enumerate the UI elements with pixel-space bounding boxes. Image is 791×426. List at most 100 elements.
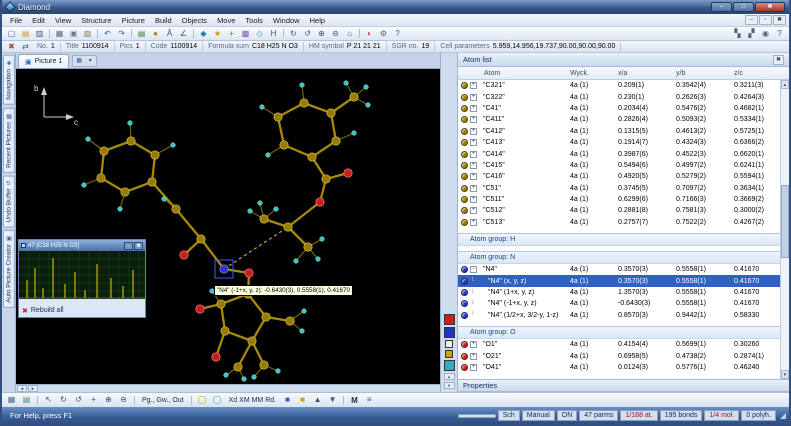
expander-icon[interactable]: + [470,128,477,135]
mdi-minimize-button[interactable]: – [745,15,758,25]
carbon-atoms[interactable] [97,93,358,371]
window-cascade-icon[interactable]: ▞ [745,28,758,40]
yellow-ring-icon[interactable]: ◯ [196,394,209,406]
white-color-swatch[interactable] [445,340,453,348]
tab-options-button[interactable]: ▦▾ [72,55,97,67]
shift-mode-icon[interactable]: + [87,394,100,406]
atom-row[interactable]: +"C416"4a (1)0.4920(5)0.5279(2)0.5594(1) [458,171,780,182]
spin-up-icon[interactable]: ▲ [311,394,324,406]
atom-row[interactable]: +"C51"4a (1)0.3745(5)0.7097(2)0.3634(1) [458,183,780,194]
auto-picture-creator-inset[interactable]: 47 [C18 H25 N O3] ▫✖ ✖ [18,239,146,318]
menu-item-objects[interactable]: Objects [177,16,212,25]
menu-item-move[interactable]: Move [212,16,240,25]
expander-icon[interactable]: + [470,94,477,101]
expander-icon[interactable]: + [470,82,477,89]
tab-menu-icon[interactable]: ▾ [85,56,95,66]
table-view-icon[interactable]: ▦ [5,394,18,406]
column-header-wyck[interactable]: Wyck. [568,70,616,77]
swatch-spin-down[interactable]: ▾ [444,382,455,389]
atom-row[interactable]: +"C415"4a (1)0.5494(6)0.4997(2)0.6241(1) [458,160,780,171]
atom-list-close-button[interactable]: ✖ [773,55,784,65]
expander-icon[interactable]: + [470,185,477,192]
atom-row[interactable]: +"O1"4a (1)0.4154(4)0.5699(1)0.30260 [458,339,780,350]
side-tab-auto-picture-creator[interactable]: Auto Picture Creator▣ [3,230,15,308]
scroll-left-button[interactable]: ◄ [17,385,27,392]
scrollbar-up-button[interactable]: ▲ [781,80,789,89]
side-tab-navigation[interactable]: Navigation◈ [3,55,15,105]
atom-row[interactable]: +"O21"4a (1)0.6958(5)0.4738(2)0.2874(1) [458,350,780,361]
inset-restore-button[interactable]: ▫ [124,242,133,250]
expander-icon[interactable]: + [470,207,477,214]
atom-row[interactable]: +"C322"4a (1)0.230(1)0.2626(3)0.4264(3) [458,91,780,102]
menu-item-edit[interactable]: Edit [27,16,50,25]
open-folder-icon[interactable]: ▤ [19,28,32,40]
rebuild-row[interactable]: ✖ Rebuild all [19,304,145,317]
molecule-rendering[interactable]: b c [16,69,440,384]
atom-row[interactable]: +"C414"4a (1)0.3987(6)0.4522(3)0.6620(1) [458,148,780,159]
swatch-spin-up[interactable]: ▴ [444,373,455,380]
column-header-yb[interactable]: y/b [674,70,732,77]
expander-icon[interactable]: + [470,151,477,158]
select-mode-icon[interactable]: ↖ [42,394,55,406]
matrix-modes-label[interactable]: Xd XM MM Rd. [226,397,279,404]
mdi-restore-button[interactable]: ▫ [759,15,772,25]
data-sheet-icon[interactable]: ▤ [135,28,148,40]
atom-row[interactable]: -"N4"4a (1)0.3570(3)0.5558(1)0.41670 [458,264,780,275]
yellow-swatch-icon[interactable]: ■ [296,394,309,406]
scroll-right-button[interactable]: ► [28,385,38,392]
column-header-xa[interactable]: x/a [616,70,674,77]
maximize-button[interactable]: □ [733,2,754,12]
atom-row[interactable]: +"C412"4a (1)0.1315(5)0.4613(2)0.5725(1) [458,126,780,137]
blue-swatch-icon[interactable]: ■ [281,394,294,406]
atom-row[interactable]: +"C411"4a (1)0.2826(4)0.5093(2)0.5334(1) [458,114,780,125]
atom-row[interactable]: +"O41"4a (1)0.0124(3)0.5776(1)0.46240 [458,362,780,373]
menu-item-file[interactable]: File [5,16,27,25]
atom-row[interactable]: +"C511"4a (1)0.6299(6)0.7166(3)0.3669(2) [458,194,780,205]
oxygen-atoms[interactable] [180,169,352,361]
cyan-ring-icon[interactable]: ◯ [211,394,224,406]
atom-row[interactable]: └"N4" (x, y, z)4a (1)0.3570(3)0.5558(1)0… [458,275,780,286]
mdi-close-button[interactable]: ✖ [773,15,786,25]
zoom-out-mode-icon[interactable]: ⊖ [117,394,130,406]
expander-icon[interactable]: + [470,162,477,169]
expander-icon[interactable]: + [470,353,477,360]
hydrogen-icon[interactable]: H [267,28,280,40]
scrollbar-track[interactable] [781,89,789,370]
tracking-modes-label[interactable]: Pg., Gw., Out [139,397,187,404]
atom-row[interactable]: +"C321"4a (1)0.209(1)0.3542(4)0.3211(3) [458,80,780,91]
graph-view-icon[interactable]: ▤ [20,394,33,406]
picture-wizard-icon[interactable]: ★ [211,28,224,40]
copy-icon[interactable]: ▣ [67,28,80,40]
rotate-back-icon[interactable]: ↺ [301,28,314,40]
undo-icon[interactable]: ↶ [101,28,114,40]
new-picture-icon[interactable]: ◆ [197,28,210,40]
rotate-mode-icon[interactable]: ↻ [57,394,70,406]
fill-cell-icon[interactable]: ▩ [239,28,252,40]
add-atoms-icon[interactable]: + [225,28,238,40]
zoom-out-icon[interactable]: ⊖ [329,28,342,40]
expander-icon[interactable]: + [470,341,477,348]
atom-row[interactable]: └"N4" (-1+x, y, z)4a (1)-0.6430(3)0.5558… [458,298,780,309]
scrollbar-down-button[interactable]: ▼ [781,370,789,379]
minimize-button[interactable]: – [711,2,732,12]
expander-icon[interactable]: - [470,266,477,273]
home-view-icon[interactable]: ⌂ [343,28,356,40]
scrollbar-thumb[interactable] [781,185,789,258]
atom-row[interactable]: └"N4" (1/2+x, 3/2-y, 1-z)4a (1)0.8570(3)… [458,310,780,321]
zoom-in-icon[interactable]: ⊕ [315,28,328,40]
cyan-color-swatch[interactable] [444,360,455,371]
distance-icon[interactable]: Å [163,28,176,40]
new-document-icon[interactable]: ▢ [5,28,18,40]
about-icon[interactable]: ? [773,28,786,40]
toolbar-menu-icon[interactable]: ≡ [363,394,376,406]
atom-row[interactable]: +"C513"4a (1)0.2757(7)0.7522(2)0.4267(2) [458,217,780,228]
expander-icon[interactable]: + [470,219,477,226]
rotate-icon[interactable]: ↻ [287,28,300,40]
atom-row[interactable]: +"C413"4a (1)0.1914(7)0.4324(3)0.6366(2) [458,137,780,148]
settings-icon[interactable]: ⚙ [377,28,390,40]
atom-list-scrollbar[interactable]: ▲ ▼ [780,80,789,379]
column-header-zc[interactable]: z/c [732,70,780,77]
title-bar[interactable]: Diamond – □ ✖ [2,0,789,14]
expander-icon[interactable]: + [470,139,477,146]
blue-color-swatch[interactable] [444,327,455,338]
